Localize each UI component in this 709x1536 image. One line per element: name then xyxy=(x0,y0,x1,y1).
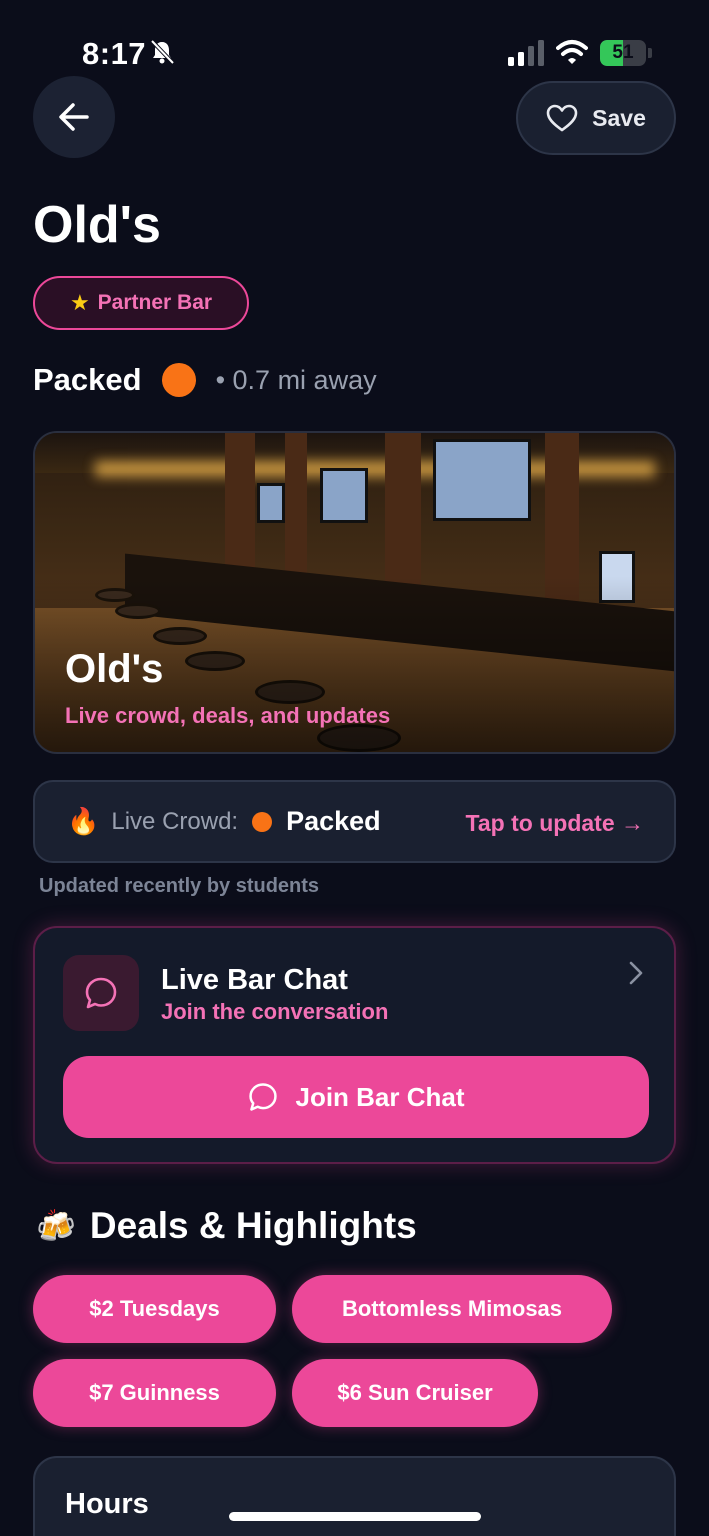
hours-card: Hours xyxy=(33,1456,676,1536)
home-indicator[interactable] xyxy=(229,1512,481,1521)
hero-image: Old's Live crowd, deals, and updates xyxy=(33,431,676,754)
live-bar-chat-card[interactable]: Live Bar Chat Join the conversation Join… xyxy=(33,926,676,1164)
distance-text: • 0.7 mi away xyxy=(215,364,377,395)
status-time: 8:17 xyxy=(82,36,147,71)
battery-level: 51 xyxy=(612,42,634,63)
chat-bubble-icon xyxy=(249,1083,278,1111)
deal-pill[interactable]: $2 Tuesdays xyxy=(33,1275,276,1343)
partner-badge-label: Partner Bar xyxy=(97,291,213,314)
join-bar-chat-button[interactable]: Join Bar Chat xyxy=(63,1056,649,1138)
hero-title: Old's xyxy=(65,647,164,691)
chevron-right-icon[interactable] xyxy=(628,960,644,986)
deal-pill[interactable]: Bottomless Mimosas xyxy=(292,1275,612,1343)
live-crowd-card[interactable]: 🔥 Live Crowd: Packed Tap to update → xyxy=(33,780,676,863)
crowd-summary: Packed • 0.7 mi away xyxy=(33,360,377,400)
page-title: Old's xyxy=(33,196,161,254)
heart-icon xyxy=(546,104,578,132)
chat-title: Live Bar Chat xyxy=(161,964,348,996)
deals-title: Deals & Highlights xyxy=(89,1205,417,1246)
save-button[interactable]: Save xyxy=(516,81,676,155)
star-icon: ★ xyxy=(69,290,90,315)
chat-subtitle: Join the conversation xyxy=(161,999,389,1024)
deals-heading: 🍻 Deals & Highlights xyxy=(36,1205,417,1247)
chat-icon-box xyxy=(63,955,139,1031)
partner-badge: ★ Partner Bar xyxy=(33,276,249,330)
updated-note: Updated recently by students xyxy=(39,875,320,897)
fire-icon: 🔥 xyxy=(67,806,100,836)
signal-icon xyxy=(508,40,544,66)
live-crowd-label: Live Crowd: xyxy=(111,807,239,835)
crowd-indicator-dot xyxy=(252,811,273,832)
wifi-icon xyxy=(556,40,588,64)
back-arrow-icon xyxy=(59,103,89,131)
hours-title: Hours xyxy=(65,1488,149,1520)
deal-pill[interactable]: $6 Sun Cruiser xyxy=(292,1359,538,1427)
back-button[interactable] xyxy=(33,76,115,158)
live-crowd-value: Packed xyxy=(286,806,381,836)
crowd-indicator-dot xyxy=(161,363,196,397)
deal-pill[interactable]: $7 Guinness xyxy=(33,1359,276,1427)
save-label: Save xyxy=(592,104,646,131)
beer-icon: 🍻 xyxy=(36,1208,76,1244)
hero-subtitle: Live crowd, deals, and updates xyxy=(65,703,391,728)
chat-bubble-icon xyxy=(85,977,117,1009)
join-bar-chat-label: Join Bar Chat xyxy=(295,1081,465,1112)
bell-slash-icon xyxy=(150,39,175,65)
battery-icon: 51 xyxy=(600,40,652,66)
crowd-status: Packed xyxy=(33,362,142,397)
tap-to-update-link[interactable]: Tap to update → xyxy=(466,810,644,837)
